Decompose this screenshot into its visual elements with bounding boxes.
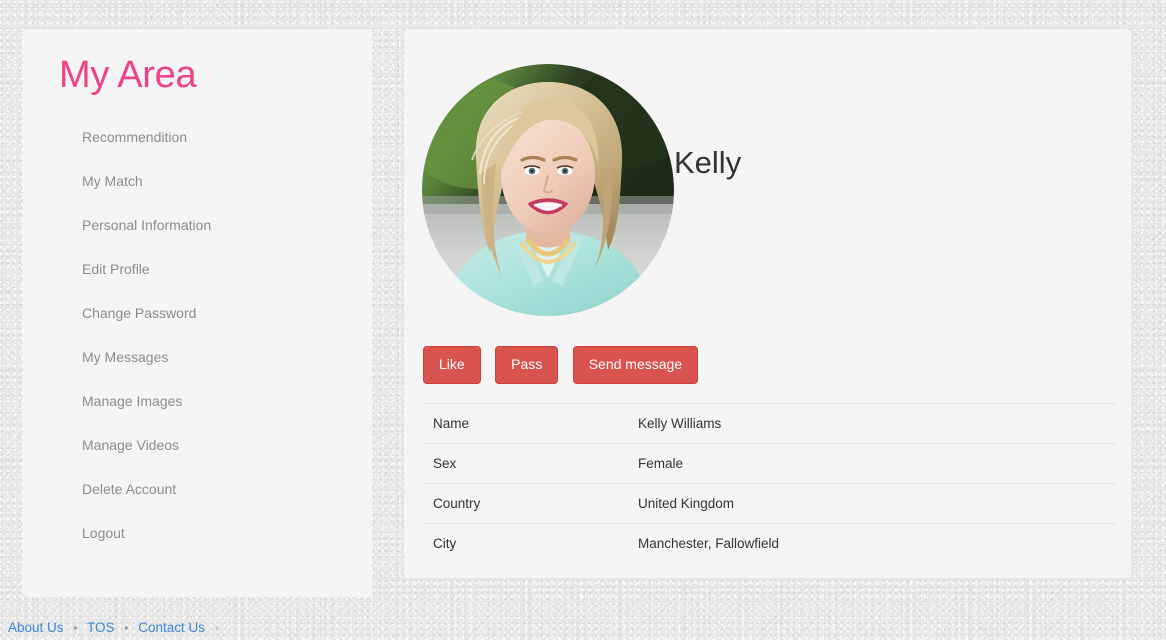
sidebar-item-personal-information[interactable]: Personal Information [23,203,372,247]
sidebar-item-edit-profile[interactable]: Edit Profile [23,247,372,291]
profile-actions: Like Pass Send message [423,346,708,384]
avatar[interactable] [422,64,674,316]
detail-label-city: City [433,536,457,551]
list-item: Change Password [23,291,372,335]
footer: About Us • TOS • Contact Us • [8,618,225,638]
sidebar-item-delete-account[interactable]: Delete Account [23,467,372,511]
like-button[interactable]: Like [423,346,481,384]
page-title: My Area [59,54,197,96]
list-item: Manage Images [23,379,372,423]
list-item: Manage Videos [23,423,372,467]
page-root: My Area Recommendition My Match Personal… [0,0,1166,640]
sidebar-item-manage-images[interactable]: Manage Images [23,379,372,423]
table-row: Country United Kingdom [423,483,1115,524]
detail-value-country: United Kingdom [638,496,735,511]
footer-link-contact-us[interactable]: Contact Us [138,620,205,635]
detail-label-sex: Sex [433,456,457,471]
detail-value-name: Kelly Williams [638,416,722,431]
profile-display-name: Kelly [674,145,742,180]
detail-value-city: Manchester, Fallowfield [638,536,780,551]
table-row: City Manchester, Fallowfield [423,523,1115,564]
sidebar-item-manage-videos[interactable]: Manage Videos [23,423,372,467]
send-message-button[interactable]: Send message [572,346,699,384]
pass-button[interactable]: Pass [495,346,559,384]
list-item: Edit Profile [23,247,372,291]
sidebar-item-my-match[interactable]: My Match [23,159,372,203]
footer-separator: • [124,621,129,635]
profile-details-table: Name Kelly Williams Sex Female Country U… [423,403,1115,563]
list-item: Delete Account [23,467,372,511]
top-divider [0,7,1166,8]
footer-separator-trailing: • [214,621,220,635]
list-item: My Messages [23,335,372,379]
list-item: Recommendition [23,115,372,159]
sidebar-item-my-messages[interactable]: My Messages [23,335,372,379]
detail-value-sex: Female [638,456,684,471]
profile-photo-icon [422,64,674,316]
table-row: Sex Female [423,443,1115,484]
footer-link-tos[interactable]: TOS [87,620,115,635]
profile-header: Kelly [404,29,1131,316]
sidebar-nav-list: Recommendition My Match Personal Informa… [23,97,372,555]
sidebar-item-recommendition[interactable]: Recommendition [23,115,372,159]
list-item: Personal Information [23,203,372,247]
sidebar-panel: My Area Recommendition My Match Personal… [23,29,372,597]
list-item: My Match [23,159,372,203]
footer-link-about-us[interactable]: About Us [8,620,64,635]
sidebar-nav: Recommendition My Match Personal Informa… [23,97,372,555]
table-row: Name Kelly Williams [423,403,1115,444]
sidebar-item-change-password[interactable]: Change Password [23,291,372,335]
footer-separator: • [73,621,78,635]
sidebar-item-logout[interactable]: Logout [23,511,372,555]
detail-label-country: Country [433,496,481,511]
detail-label-name: Name [433,416,470,431]
profile-panel: Kelly Like Pass Send message Name Kelly … [404,29,1131,578]
list-item: Logout [23,511,372,555]
